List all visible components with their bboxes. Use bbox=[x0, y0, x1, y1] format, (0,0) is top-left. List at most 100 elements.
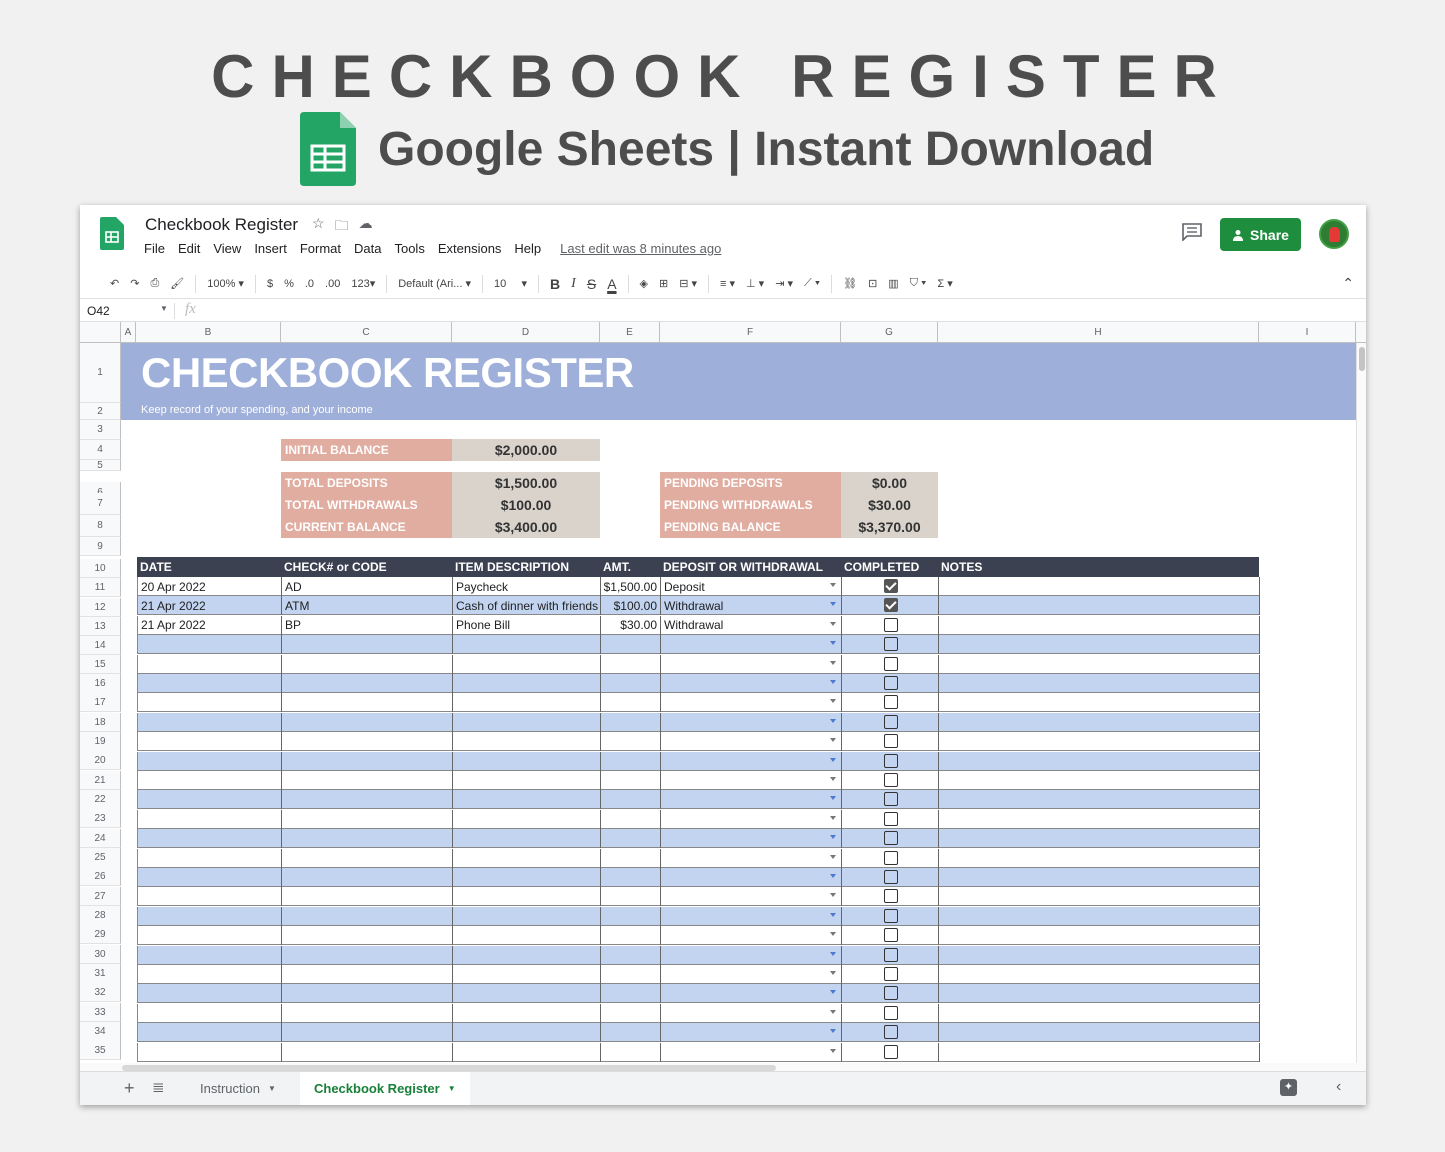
row-header[interactable]: 9 bbox=[80, 537, 121, 556]
date-cell[interactable] bbox=[138, 771, 282, 790]
font-size-select[interactable]: 10 ▾ bbox=[494, 277, 527, 290]
completed-cell[interactable] bbox=[842, 965, 939, 984]
row-header[interactable]: 23 bbox=[80, 809, 121, 828]
description-cell[interactable] bbox=[453, 926, 601, 946]
menu-view[interactable]: View bbox=[213, 241, 241, 256]
explore-icon[interactable]: ✦ bbox=[1280, 1079, 1297, 1096]
description-cell[interactable] bbox=[453, 732, 601, 752]
type-dropdown[interactable] bbox=[661, 674, 842, 693]
row-header[interactable]: 7 bbox=[80, 493, 121, 515]
description-cell[interactable] bbox=[453, 965, 601, 984]
current-balance-value[interactable]: $3,400.00 bbox=[452, 516, 600, 538]
description-cell[interactable] bbox=[453, 654, 601, 674]
completed-checkbox[interactable] bbox=[884, 870, 898, 884]
code-cell[interactable] bbox=[282, 926, 453, 946]
horizontal-align-icon[interactable]: ≡ ▾ bbox=[720, 277, 735, 290]
description-cell[interactable] bbox=[453, 693, 601, 713]
text-rotation-icon[interactable]: ⟋ ▾ bbox=[804, 277, 820, 290]
completed-checkbox[interactable] bbox=[884, 831, 898, 846]
code-cell[interactable] bbox=[282, 887, 453, 907]
completed-checkbox[interactable] bbox=[884, 598, 898, 613]
row-header[interactable]: 2 bbox=[80, 403, 121, 420]
chevron-down-icon[interactable]: ▼ bbox=[268, 1084, 276, 1093]
row-header[interactable]: 11 bbox=[80, 578, 121, 597]
description-cell[interactable] bbox=[453, 848, 601, 868]
amount-cell[interactable] bbox=[601, 906, 661, 926]
dropdown-arrow-icon[interactable] bbox=[830, 874, 836, 878]
amount-cell[interactable] bbox=[601, 751, 661, 771]
dropdown-arrow-icon[interactable] bbox=[830, 971, 836, 975]
date-cell[interactable] bbox=[138, 848, 282, 868]
notes-cell[interactable] bbox=[939, 1023, 1260, 1043]
move-folder-icon[interactable]: 🗀 bbox=[335, 215, 349, 239]
description-cell[interactable]: Cash of dinner with friends bbox=[453, 596, 601, 616]
type-dropdown[interactable]: Withdrawal bbox=[661, 596, 842, 616]
description-cell[interactable]: Phone Bill bbox=[453, 615, 601, 635]
completed-checkbox[interactable] bbox=[884, 908, 898, 923]
date-cell[interactable] bbox=[138, 1023, 282, 1043]
completed-checkbox[interactable] bbox=[884, 889, 898, 904]
amount-cell[interactable] bbox=[601, 868, 661, 887]
amount-cell[interactable] bbox=[601, 674, 661, 693]
notes-cell[interactable] bbox=[939, 577, 1260, 596]
dropdown-arrow-icon[interactable] bbox=[830, 932, 836, 937]
row-header[interactable]: 30 bbox=[80, 945, 121, 964]
amount-cell[interactable] bbox=[601, 926, 661, 946]
date-cell[interactable] bbox=[138, 829, 282, 849]
dropdown-arrow-icon[interactable] bbox=[830, 951, 836, 956]
notes-cell[interactable] bbox=[939, 1042, 1260, 1062]
amount-cell[interactable]: $100.00 bbox=[601, 596, 661, 616]
currency-format-button[interactable]: $ bbox=[267, 278, 273, 290]
amount-cell[interactable] bbox=[601, 829, 661, 849]
chevron-up-icon[interactable]: ⌃ bbox=[1342, 275, 1354, 292]
code-cell[interactable]: AD bbox=[282, 577, 453, 596]
completed-checkbox[interactable] bbox=[884, 753, 898, 768]
date-cell[interactable] bbox=[138, 926, 282, 946]
amount-cell[interactable] bbox=[601, 887, 661, 907]
description-cell[interactable] bbox=[453, 868, 601, 887]
cloud-status-icon[interactable]: ☁ bbox=[359, 215, 373, 239]
notes-cell[interactable] bbox=[939, 984, 1260, 1004]
type-dropdown[interactable] bbox=[661, 984, 842, 1004]
notes-cell[interactable] bbox=[939, 790, 1260, 810]
row-header[interactable]: 13 bbox=[80, 617, 121, 636]
dropdown-arrow-icon[interactable] bbox=[830, 854, 836, 859]
notes-cell[interactable] bbox=[939, 809, 1260, 829]
date-cell[interactable] bbox=[138, 732, 282, 752]
date-cell[interactable]: 20 Apr 2022 bbox=[138, 577, 282, 596]
completed-checkbox[interactable] bbox=[884, 811, 898, 826]
amount-cell[interactable] bbox=[601, 712, 661, 732]
code-cell[interactable] bbox=[282, 965, 453, 984]
row-header[interactable]: 21 bbox=[80, 771, 121, 790]
notes-cell[interactable] bbox=[939, 887, 1260, 907]
type-dropdown[interactable] bbox=[661, 654, 842, 674]
completed-checkbox[interactable] bbox=[884, 792, 898, 807]
dropdown-arrow-icon[interactable] bbox=[830, 835, 836, 840]
dropdown-arrow-icon[interactable] bbox=[830, 699, 836, 704]
date-cell[interactable] bbox=[138, 906, 282, 926]
all-sheets-icon[interactable]: ≣ bbox=[152, 1078, 165, 1096]
date-cell[interactable] bbox=[138, 887, 282, 907]
row-header[interactable]: 4 bbox=[80, 440, 121, 460]
add-sheet-icon[interactable]: + bbox=[124, 1078, 135, 1099]
date-cell[interactable]: 21 Apr 2022 bbox=[138, 596, 282, 616]
dropdown-arrow-icon[interactable] bbox=[830, 1029, 836, 1034]
row-header[interactable]: 19 bbox=[80, 732, 121, 752]
menu-tools[interactable]: Tools bbox=[394, 241, 424, 256]
notes-cell[interactable] bbox=[939, 906, 1260, 926]
share-button[interactable]: Share bbox=[1220, 218, 1301, 251]
undo-icon[interactable]: ↶ bbox=[110, 277, 119, 290]
dropdown-arrow-icon[interactable] bbox=[830, 757, 836, 762]
select-all-corner[interactable] bbox=[80, 322, 121, 343]
row-header[interactable]: 35 bbox=[80, 1041, 121, 1060]
type-dropdown[interactable] bbox=[661, 848, 842, 868]
header-notes[interactable]: NOTES bbox=[938, 557, 1259, 577]
code-cell[interactable]: ATM bbox=[282, 596, 453, 616]
menu-file[interactable]: File bbox=[144, 241, 165, 256]
type-dropdown[interactable]: Deposit bbox=[661, 577, 842, 596]
description-cell[interactable] bbox=[453, 809, 601, 829]
notes-cell[interactable] bbox=[939, 596, 1260, 616]
total-withdrawals-value[interactable]: $100.00 bbox=[452, 494, 600, 516]
notes-cell[interactable] bbox=[939, 945, 1260, 965]
amount-cell[interactable] bbox=[601, 1023, 661, 1043]
